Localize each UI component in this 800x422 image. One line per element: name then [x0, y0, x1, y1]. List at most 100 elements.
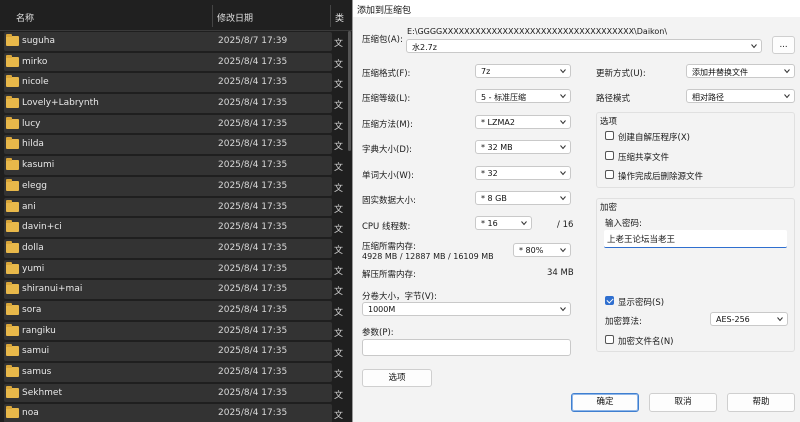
- file-name: dolla: [22, 242, 44, 253]
- cancel-button[interactable]: 取消: [649, 393, 717, 412]
- password-input[interactable]: 上老王论坛当老王: [604, 230, 787, 248]
- file-name: shiranui+mai: [22, 284, 83, 295]
- folder-icon: [6, 75, 19, 88]
- path-select[interactable]: 相对路径: [686, 89, 795, 103]
- list-item[interactable]: Sekhmet 2025/8/4 17:35 文: [0, 383, 352, 404]
- file-list: suguha 2025/8/7 17:39 文 mirko 2025/8/4 17:35…: [0, 31, 352, 422]
- delete-checkbox[interactable]: [605, 170, 614, 179]
- word-value: * 32: [481, 169, 498, 178]
- dict-select[interactable]: * 32 MB: [475, 140, 571, 154]
- archive-name-combo[interactable]: 水2.7z: [406, 39, 762, 53]
- column-header: 名称 修改日期 类: [0, 0, 352, 31]
- method-select[interactable]: * LZMA2: [475, 115, 571, 129]
- sfx-label[interactable]: 创建自解压程序(X): [618, 131, 690, 143]
- delete-label[interactable]: 操作完成后删除源文件: [618, 170, 703, 182]
- folder-icon: [6, 406, 19, 419]
- folder-icon: [6, 385, 19, 398]
- solid-label: 固实数据大小:: [362, 196, 416, 206]
- file-name: rangiku: [22, 325, 56, 336]
- file-date: 2025/8/4 17:35: [218, 304, 288, 315]
- file-date: 2025/8/4 17:35: [218, 346, 288, 357]
- list-item[interactable]: dolla 2025/8/4 17:35 文: [0, 238, 352, 259]
- split-value: 1000M: [368, 305, 396, 314]
- options-button[interactable]: 选项: [362, 369, 432, 387]
- decomp-label: 解压所需内存:: [362, 270, 416, 280]
- list-item[interactable]: Lovely+Labrynth 2025/8/4 17:35 文: [0, 93, 352, 114]
- folder-icon: [6, 199, 19, 212]
- help-button[interactable]: 帮助: [727, 393, 795, 412]
- folder-icon: [6, 240, 19, 253]
- file-date: 2025/8/4 17:35: [218, 408, 288, 419]
- list-item[interactable]: kasumi 2025/8/4 17:35 文: [0, 155, 352, 176]
- list-item[interactable]: nicole 2025/8/4 17:35 文: [0, 72, 352, 93]
- file-date: 2025/8/4 17:35: [218, 160, 288, 171]
- file-type: 文: [334, 328, 344, 339]
- decomp-value: 34 MB: [547, 268, 574, 278]
- file-type: 文: [334, 80, 344, 91]
- level-select[interactable]: 5 - 标准压缩: [475, 89, 571, 103]
- format-select[interactable]: 7z: [475, 64, 571, 78]
- show-password-checkbox[interactable]: [605, 296, 614, 305]
- encryption-group-title: 加密: [600, 203, 618, 213]
- list-item[interactable]: davin+ci 2025/8/4 17:35 文: [0, 217, 352, 238]
- list-item[interactable]: elegg 2025/8/4 17:35 文: [0, 176, 352, 197]
- level-label: 压缩等级(L):: [362, 94, 411, 104]
- file-type: 文: [334, 349, 344, 360]
- list-item[interactable]: lucy 2025/8/4 17:35 文: [0, 114, 352, 135]
- column-divider[interactable]: [212, 5, 213, 27]
- mem-select[interactable]: * 80%: [513, 243, 571, 257]
- list-item[interactable]: mirko 2025/8/4 17:35 文: [0, 52, 352, 73]
- file-date: 2025/8/4 17:35: [218, 139, 288, 150]
- file-type: 文: [334, 59, 344, 70]
- folder-icon: [6, 178, 19, 191]
- word-select[interactable]: * 32: [475, 166, 571, 180]
- column-type[interactable]: 类: [335, 11, 344, 24]
- params-input[interactable]: [362, 339, 571, 356]
- ok-button[interactable]: 确定: [571, 393, 639, 412]
- column-divider[interactable]: [330, 5, 331, 27]
- list-item[interactable]: samus 2025/8/4 17:35 文: [0, 362, 352, 383]
- list-item[interactable]: noa 2025/8/4 17:35 文: [0, 403, 352, 422]
- method-value: * LZMA2: [481, 118, 515, 127]
- file-name: davin+ci: [22, 222, 62, 233]
- show-password-label[interactable]: 显示密码(S): [618, 296, 664, 308]
- cpu-select[interactable]: * 16: [475, 216, 532, 230]
- solid-select[interactable]: * 8 GB: [475, 191, 571, 205]
- column-name[interactable]: 名称: [16, 11, 34, 24]
- list-item[interactable]: hilda 2025/8/4 17:35 文: [0, 134, 352, 155]
- list-item[interactable]: ani 2025/8/4 17:35 文: [0, 197, 352, 218]
- file-date: 2025/8/4 17:35: [218, 325, 288, 336]
- chevron-down-icon: [560, 94, 566, 99]
- list-item[interactable]: suguha 2025/8/7 17:39 文: [0, 31, 352, 52]
- update-select[interactable]: 添加并替换文件: [686, 64, 795, 78]
- sfx-checkbox[interactable]: [605, 131, 614, 140]
- shared-label[interactable]: 压缩共享文件: [618, 151, 669, 163]
- enc-method-select[interactable]: AES-256: [710, 312, 788, 326]
- list-item[interactable]: shiranui+mai 2025/8/4 17:35 文: [0, 279, 352, 300]
- file-name: ani: [22, 201, 36, 212]
- folder-icon: [6, 220, 19, 233]
- file-type: 文: [334, 287, 344, 298]
- folder-icon: [6, 54, 19, 67]
- file-name: noa: [22, 408, 39, 419]
- scrollbar[interactable]: [348, 31, 351, 151]
- encrypt-names-checkbox[interactable]: [605, 335, 614, 344]
- list-item[interactable]: sora 2025/8/4 17:35 文: [0, 300, 352, 321]
- chevron-down-icon: [784, 94, 790, 99]
- file-date: 2025/8/4 17:35: [218, 180, 288, 191]
- title-bar: 添加到压缩包: [353, 0, 800, 17]
- file-date: 2025/8/4 17:35: [218, 263, 288, 274]
- split-combo[interactable]: 1000M: [362, 302, 571, 316]
- list-item[interactable]: yumi 2025/8/4 17:35 文: [0, 259, 352, 280]
- file-date: 2025/8/4 17:35: [218, 201, 288, 212]
- list-item[interactable]: rangiku 2025/8/4 17:35 文: [0, 321, 352, 342]
- shared-checkbox[interactable]: [605, 151, 614, 160]
- file-date: 2025/8/4 17:35: [218, 284, 288, 295]
- browse-button[interactable]: ...: [772, 36, 795, 54]
- file-type: 文: [334, 370, 344, 380]
- list-item[interactable]: samui 2025/8/4 17:35 文: [0, 341, 352, 362]
- file-date: 2025/8/7 17:39: [218, 36, 288, 46]
- encrypt-names-label[interactable]: 加密文件名(N): [618, 335, 674, 347]
- file-type: 文: [334, 411, 344, 422]
- column-date[interactable]: 修改日期: [217, 11, 253, 24]
